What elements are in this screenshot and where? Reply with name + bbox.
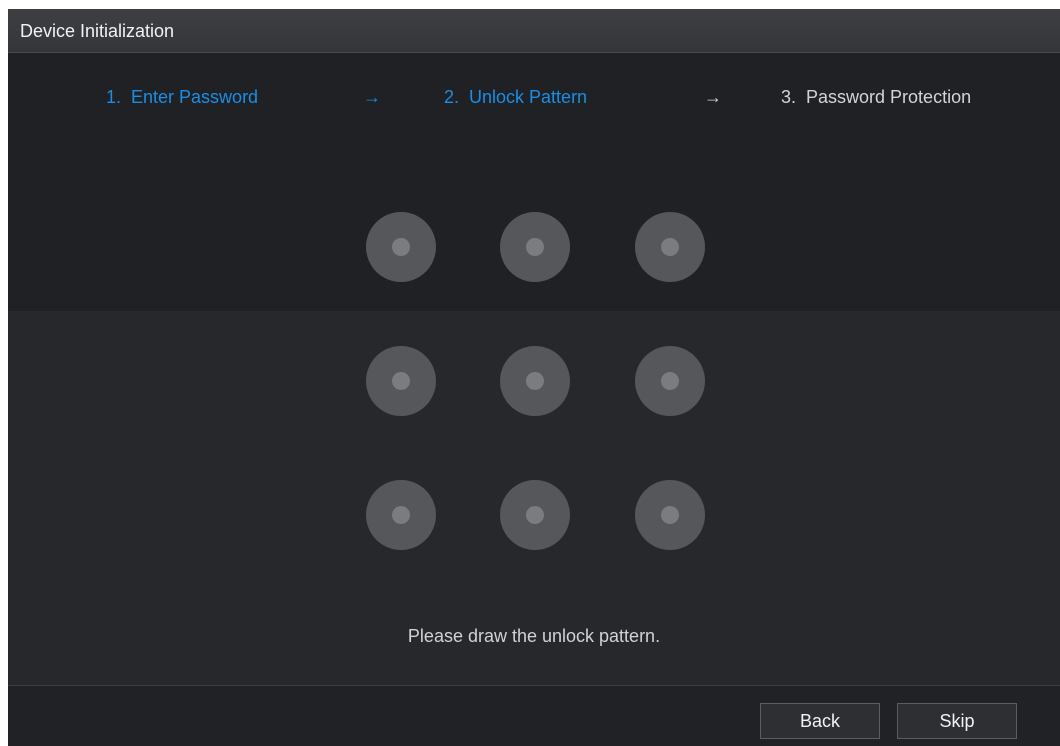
- pattern-dot-7[interactable]: [366, 480, 436, 550]
- pattern-dot-center: [526, 506, 544, 524]
- pattern-dot-center: [392, 238, 410, 256]
- step-arrow-icon: →: [704, 87, 722, 107]
- title-bar: Device Initialization: [8, 9, 1060, 53]
- unlock-pattern-grid[interactable]: [366, 212, 706, 550]
- pattern-dot-center: [661, 506, 679, 524]
- wizard-steps: 1. Enter Password → 2. Unlock Pattern → …: [8, 87, 1060, 111]
- pattern-dot-center: [392, 506, 410, 524]
- pattern-dot-center: [526, 372, 544, 390]
- pattern-dot-2[interactable]: [500, 212, 570, 282]
- pattern-dot-center: [526, 238, 544, 256]
- pattern-dot-5[interactable]: [500, 346, 570, 416]
- step-password-protection: 3. Password Protection: [781, 87, 972, 107]
- device-initialization-dialog: Device Initialization 1. Enter Password …: [8, 9, 1060, 746]
- pattern-dot-9[interactable]: [635, 480, 705, 550]
- back-button[interactable]: Back: [760, 703, 880, 739]
- pattern-dot-1[interactable]: [366, 212, 436, 282]
- pattern-dot-center: [392, 372, 410, 390]
- pattern-dot-4[interactable]: [366, 346, 436, 416]
- pattern-dot-8[interactable]: [500, 480, 570, 550]
- pattern-hint-text: Please draw the unlock pattern.: [407, 626, 661, 646]
- pattern-dot-center: [661, 238, 679, 256]
- step-unlock-pattern: 2. Unlock Pattern: [444, 87, 588, 107]
- pattern-dot-6[interactable]: [635, 346, 705, 416]
- skip-button[interactable]: Skip: [897, 703, 1017, 739]
- step-enter-password: 1. Enter Password: [106, 87, 259, 107]
- step-arrow-icon: →: [363, 87, 381, 107]
- dialog-title: Device Initialization: [20, 21, 175, 41]
- pattern-dot-center: [661, 372, 679, 390]
- pattern-dot-3[interactable]: [635, 212, 705, 282]
